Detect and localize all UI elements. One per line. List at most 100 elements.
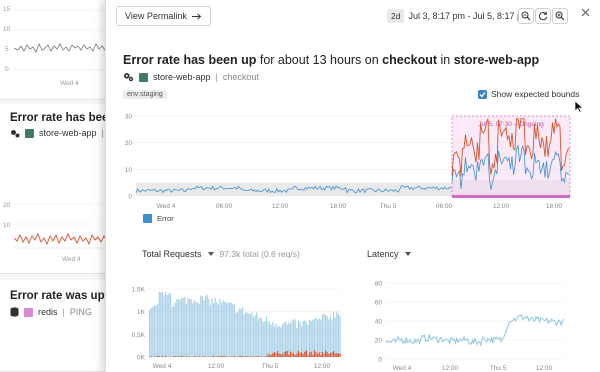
request-bar — [336, 311, 338, 357]
y-tick-label: 0 — [128, 194, 132, 201]
error-bar — [325, 350, 327, 357]
y-tick-label: 80 — [375, 281, 383, 288]
request-bar — [240, 308, 242, 357]
bg-card-service: store-web-app | — [10, 128, 104, 138]
request-bar — [149, 309, 151, 357]
request-bar — [281, 324, 283, 357]
request-bar — [174, 302, 176, 357]
bg-tick: 0 — [5, 66, 9, 73]
request-bar — [304, 320, 306, 357]
x-tick-label: 06:00 — [216, 203, 233, 210]
error-bar — [331, 352, 333, 357]
close-panel-button[interactable] — [578, 5, 592, 19]
error-bar — [293, 353, 295, 357]
request-bar — [224, 301, 226, 357]
bg-tick: 20 — [3, 202, 11, 209]
bg-tick: 10 — [3, 26, 11, 33]
error-bar — [321, 351, 323, 357]
requests-summary: 97.3k total (0.6 req/s) — [219, 249, 300, 259]
error-bar — [203, 356, 205, 357]
chevron-down-icon[interactable] — [404, 252, 411, 256]
error-bar — [195, 356, 197, 357]
service-color-swatch — [24, 307, 33, 317]
background-mini-chart-2 — [14, 203, 114, 249]
zoom-in-button[interactable] — [552, 8, 568, 24]
y-tick-label: 40 — [375, 319, 383, 326]
show-expected-bounds-toggle[interactable]: Show expected bounds — [478, 89, 579, 99]
show-expected-bounds-label: Show expected bounds — [491, 89, 580, 99]
error-bar — [304, 351, 306, 357]
error-bar — [157, 356, 159, 357]
request-bar — [318, 318, 320, 357]
error-bar — [241, 356, 243, 357]
latency-chart[interactable]: 80 60 40 20 0 Wed 4 12:00 Thu 5 12:00 — [364, 279, 570, 372]
latency-header[interactable]: Latency — [367, 249, 411, 259]
background-card-3[interactable]: Error rate was up fo redis | PING — [0, 280, 119, 372]
error-bar — [233, 356, 235, 357]
request-bar — [315, 317, 317, 357]
request-bar — [261, 317, 263, 357]
request-bar — [227, 303, 229, 357]
requests-header[interactable]: Total Requests 97.3k total (0.6 req/s) — [142, 249, 300, 259]
request-bar — [179, 299, 181, 357]
bg-service-name: redis — [38, 307, 58, 317]
request-bar — [262, 321, 264, 357]
time-range-picker[interactable]: 2d Jul 3, 8:17 pm - Jul 5, 8:17 pm — [387, 6, 530, 26]
error-bar — [313, 350, 315, 357]
error-bar — [187, 356, 189, 357]
request-bar — [222, 300, 224, 357]
request-bar — [192, 303, 194, 357]
error-bar — [288, 354, 290, 357]
x-tick-label: 06:00 — [436, 203, 453, 210]
alert-title-resource: checkout — [382, 53, 438, 67]
error-bar — [256, 356, 258, 357]
error-bar — [264, 356, 266, 357]
request-bar — [184, 296, 186, 357]
background-card-2[interactable]: Error rate has been store-web-app | 20 1… — [0, 104, 116, 274]
y-tick-label: 10 — [125, 167, 133, 174]
zoom-out-button[interactable] — [518, 8, 534, 24]
refresh-icon — [539, 11, 548, 21]
x-tick-label: 12:00 — [314, 363, 331, 370]
checkbox-checked-icon[interactable] — [478, 89, 487, 99]
total-requests-chart[interactable]: 1.5K 1K 0.5K 0K Wed 4 12:00 Thu 5 12:00 — [118, 283, 346, 372]
error-bar — [281, 354, 283, 357]
request-bar — [307, 324, 309, 357]
refresh-button[interactable] — [535, 8, 551, 24]
y-tick-label: 20 — [125, 140, 133, 147]
request-bar — [275, 323, 277, 357]
bg-service-name: store-web-app — [39, 128, 97, 138]
request-bar — [257, 319, 259, 357]
request-bar — [235, 312, 237, 357]
request-bar — [310, 320, 312, 357]
error-rate-chart[interactable]: 3020100Jul 5, 07:30 – OngoingWed 4 06:00 1… — [118, 110, 578, 214]
error-bar — [232, 356, 234, 357]
latency-title: Latency — [367, 249, 399, 259]
bg-x-label: Wed 4 — [62, 256, 81, 263]
request-bar — [323, 313, 325, 357]
error-bar — [305, 350, 307, 357]
request-bar — [334, 317, 336, 357]
env-tag[interactable]: env:staging — [123, 90, 167, 99]
error-bar — [153, 356, 155, 357]
view-permalink-button[interactable]: View Permalink — [116, 6, 211, 26]
service-name-link[interactable]: store-web-app — [153, 72, 211, 82]
database-icon — [10, 307, 19, 317]
request-bar — [301, 326, 303, 357]
error-bar — [173, 356, 175, 357]
requests-title: Total Requests — [142, 249, 202, 259]
error-bar — [251, 356, 253, 357]
bg-tick: 10 — [3, 222, 11, 229]
error-bar — [176, 356, 178, 357]
chevron-down-icon[interactable] — [207, 252, 214, 256]
service-color-swatch — [139, 72, 148, 82]
request-bar — [189, 298, 191, 357]
error-bar — [291, 352, 293, 357]
x-tick-label: Wed 4 — [153, 363, 172, 370]
request-bar — [312, 319, 314, 357]
error-bar — [273, 352, 275, 357]
service-color-swatch — [25, 128, 34, 138]
request-bar — [221, 303, 223, 357]
request-bar — [251, 312, 253, 357]
error-bar — [222, 356, 224, 357]
